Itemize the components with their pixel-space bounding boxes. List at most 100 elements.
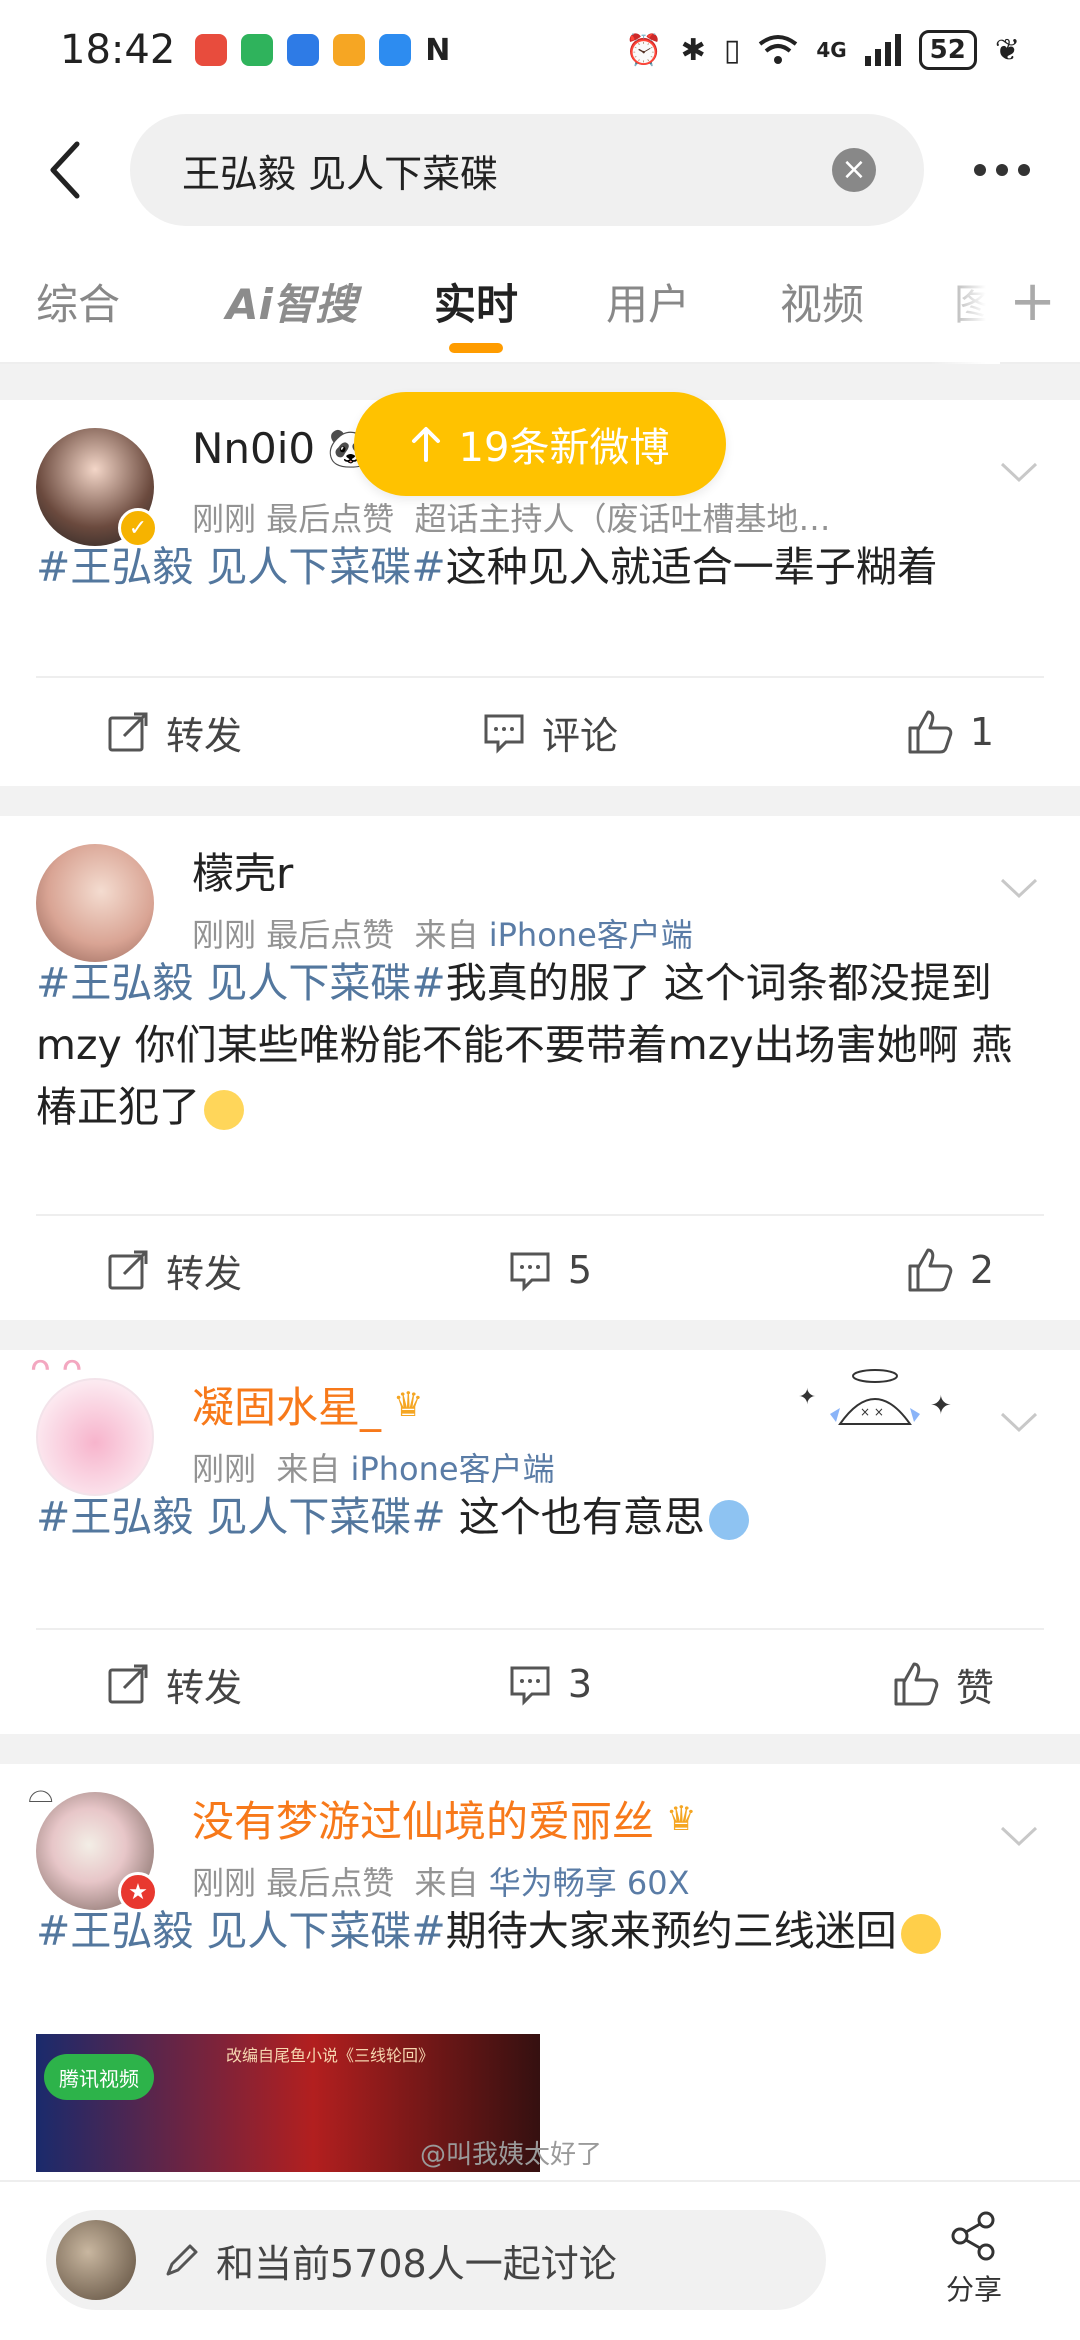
dot bbox=[974, 164, 986, 176]
post-card: ᴖ ᴖ 凝固水星_ ♛ 刚刚 来自 iPhone客户端 × × ✦ ✦ #王弘毅… bbox=[0, 1348, 1080, 1734]
comment-button[interactable]: 3 bbox=[402, 1662, 698, 1706]
thumbs-up-icon bbox=[908, 1248, 953, 1292]
repost-icon bbox=[108, 712, 148, 752]
search-input[interactable]: 王弘毅 见人下菜碟 × bbox=[130, 114, 924, 226]
avatar[interactable] bbox=[36, 1378, 154, 1496]
post-card: ⌓ ★ 没有梦游过仙境的爱丽丝 ♛ 刚刚 最后点赞 来自 华为畅享 60X #王… bbox=[0, 1764, 1080, 2184]
post-text: 这个也有意思 bbox=[445, 1493, 705, 1541]
status-indicators: ⏰ ✱ ▯ 4G 52 ❦ bbox=[625, 30, 1020, 70]
post-time: 刚刚 bbox=[192, 1450, 257, 1488]
tab-realtime-label: 实时 bbox=[434, 279, 519, 329]
source-prefix: 来自 bbox=[414, 1864, 479, 1902]
hashtag-link[interactable]: #王弘毅 见人下菜碟# bbox=[36, 1493, 446, 1541]
status-time: 18:42 bbox=[60, 27, 176, 73]
like-button[interactable]: 1 bbox=[698, 708, 1044, 756]
thumbs-up-icon bbox=[894, 1662, 939, 1706]
comment-count: 3 bbox=[567, 1662, 593, 1706]
comment-button[interactable]: 评论 bbox=[402, 705, 698, 760]
repost-label: 转发 bbox=[166, 1665, 243, 1710]
hashtag-link[interactable]: #王弘毅 见人下菜碟# bbox=[36, 959, 446, 1007]
status-bar: 18:42 N ⏰ ✱ ▯ 4G 52 ❦ bbox=[0, 0, 1080, 100]
bluetooth-icon: ✱ bbox=[680, 32, 706, 68]
avatar[interactable] bbox=[36, 844, 154, 962]
post-meta: 刚刚 最后点赞 超话主持人（废话吐槽基地… bbox=[192, 494, 831, 540]
watermark: @叫我姨太好了 bbox=[420, 2140, 603, 2170]
search-header: 王弘毅 见人下菜碟 × bbox=[0, 100, 1080, 240]
back-arrow-icon bbox=[50, 141, 80, 199]
post-time: 刚刚 bbox=[192, 500, 257, 538]
post-source[interactable]: 超话主持人（废话吐槽基地… bbox=[415, 500, 831, 538]
chevron-down-icon[interactable] bbox=[994, 446, 1044, 496]
post-time: 刚刚 bbox=[192, 916, 257, 954]
repost-button[interactable]: 转发 bbox=[36, 1657, 402, 1712]
sweat-emoji-icon bbox=[204, 1090, 244, 1130]
username-text: 檬壳r bbox=[192, 849, 294, 898]
comment-icon bbox=[484, 714, 524, 754]
repost-button[interactable]: 转发 bbox=[36, 705, 402, 760]
post-meta-extra: 最后点赞 bbox=[266, 916, 395, 954]
facepalm-emoji-icon bbox=[708, 1500, 749, 1540]
svg-text:✦: ✦ bbox=[930, 1391, 952, 1421]
comment-button[interactable]: 5 bbox=[402, 1248, 698, 1292]
tencent-video-logo: 腾讯视频 bbox=[44, 2054, 154, 2100]
app-notification-icon bbox=[379, 34, 412, 66]
app-notification-icon bbox=[333, 34, 366, 66]
chevron-down-icon[interactable] bbox=[994, 1396, 1044, 1446]
post-source[interactable]: 华为畅享 60X bbox=[489, 1864, 690, 1902]
add-tab-button[interactable]: + bbox=[1009, 272, 1056, 332]
username[interactable]: 没有梦游过仙境的爱丽丝 ♛ bbox=[192, 1788, 697, 1849]
hashtag-link[interactable]: #王弘毅 见人下菜碟# bbox=[36, 543, 446, 591]
post-source[interactable]: iPhone客户端 bbox=[351, 1450, 555, 1488]
like-button[interactable]: 2 bbox=[698, 1246, 1044, 1294]
alarm-icon: ⏰ bbox=[625, 32, 663, 68]
post-header: ᴖ ᴖ 凝固水星_ ♛ 刚刚 来自 iPhone客户端 × × ✦ ✦ bbox=[0, 1348, 1080, 1496]
discussion-prompt-text: 和当前5708人一起讨论 bbox=[216, 2241, 617, 2286]
thumbnail-caption: 改编自尾鱼小说《三线轮回》 bbox=[226, 2046, 435, 2065]
new-posts-button[interactable]: 19条新微博 bbox=[354, 392, 726, 496]
chevron-down-icon[interactable] bbox=[994, 1810, 1044, 1860]
repost-label: 转发 bbox=[166, 1251, 243, 1296]
comment-icon bbox=[510, 1666, 550, 1706]
like-count: 2 bbox=[969, 1248, 994, 1292]
search-tabs: 综合 Ai智搜 实时 用户 视频 图 + bbox=[0, 240, 1080, 364]
pencil-icon bbox=[166, 2244, 198, 2276]
tab-videos[interactable]: 视频 bbox=[780, 239, 864, 363]
post-actions: 转发 评论 1 bbox=[36, 676, 1044, 786]
post-header: 檬壳r 刚刚 最后点赞 来自 iPhone客户端 bbox=[0, 816, 1080, 962]
hashtag-link[interactable]: #王弘毅 见人下菜碟# bbox=[36, 1907, 446, 1955]
post-meta-extra: 最后点赞 bbox=[266, 500, 395, 538]
discussion-input[interactable]: 和当前5708人一起讨论 bbox=[46, 2210, 826, 2310]
active-tab-indicator bbox=[449, 343, 503, 353]
username[interactable]: 凝固水星_ ♛ bbox=[192, 1374, 424, 1435]
signal-icon bbox=[864, 34, 901, 66]
post-meta-extra: 最后点赞 bbox=[266, 1864, 395, 1902]
app-notification-icon bbox=[241, 34, 274, 66]
discussion-prompt: 和当前5708人一起讨论 bbox=[162, 2233, 617, 2288]
tab-realtime[interactable]: 实时 bbox=[434, 239, 518, 363]
chevron-down-icon[interactable] bbox=[994, 862, 1044, 912]
comment-icon bbox=[510, 1252, 550, 1292]
bottom-bar: 和当前5708人一起讨论 分享 bbox=[0, 2180, 1080, 2340]
repost-button[interactable]: 转发 bbox=[36, 1243, 402, 1298]
vip-crown-icon: ♛ bbox=[666, 1798, 697, 1839]
tab-ai-search[interactable]: Ai智搜 bbox=[226, 239, 357, 363]
tab-comprehensive[interactable]: 综合 bbox=[36, 239, 120, 363]
username[interactable]: Nn0i0 🐼 bbox=[192, 424, 374, 473]
tab-users[interactable]: 用户 bbox=[606, 239, 690, 363]
username[interactable]: 檬壳r bbox=[192, 840, 293, 901]
post-text: 期待大家来预约三线迷回 bbox=[445, 1907, 897, 1955]
repost-icon bbox=[108, 1250, 148, 1290]
search-query[interactable]: 王弘毅 见人下菜碟 bbox=[182, 143, 832, 198]
network-type: 4G bbox=[816, 38, 847, 62]
vibrate-icon: ▯ bbox=[723, 32, 741, 68]
svg-text:✦: ✦ bbox=[798, 1385, 816, 1410]
clear-search-button[interactable]: × bbox=[832, 148, 876, 192]
post-meta: 刚刚 最后点赞 来自 华为畅享 60X bbox=[192, 1858, 690, 1904]
battery-indicator: 52 bbox=[918, 30, 977, 70]
share-button[interactable]: 分享 bbox=[924, 2208, 1024, 2308]
like-button[interactable]: 赞 bbox=[698, 1657, 1044, 1712]
more-options-button[interactable] bbox=[924, 100, 1080, 240]
post-source[interactable]: iPhone客户端 bbox=[489, 916, 693, 954]
share-icon bbox=[951, 2211, 995, 2261]
back-button[interactable] bbox=[0, 100, 130, 240]
